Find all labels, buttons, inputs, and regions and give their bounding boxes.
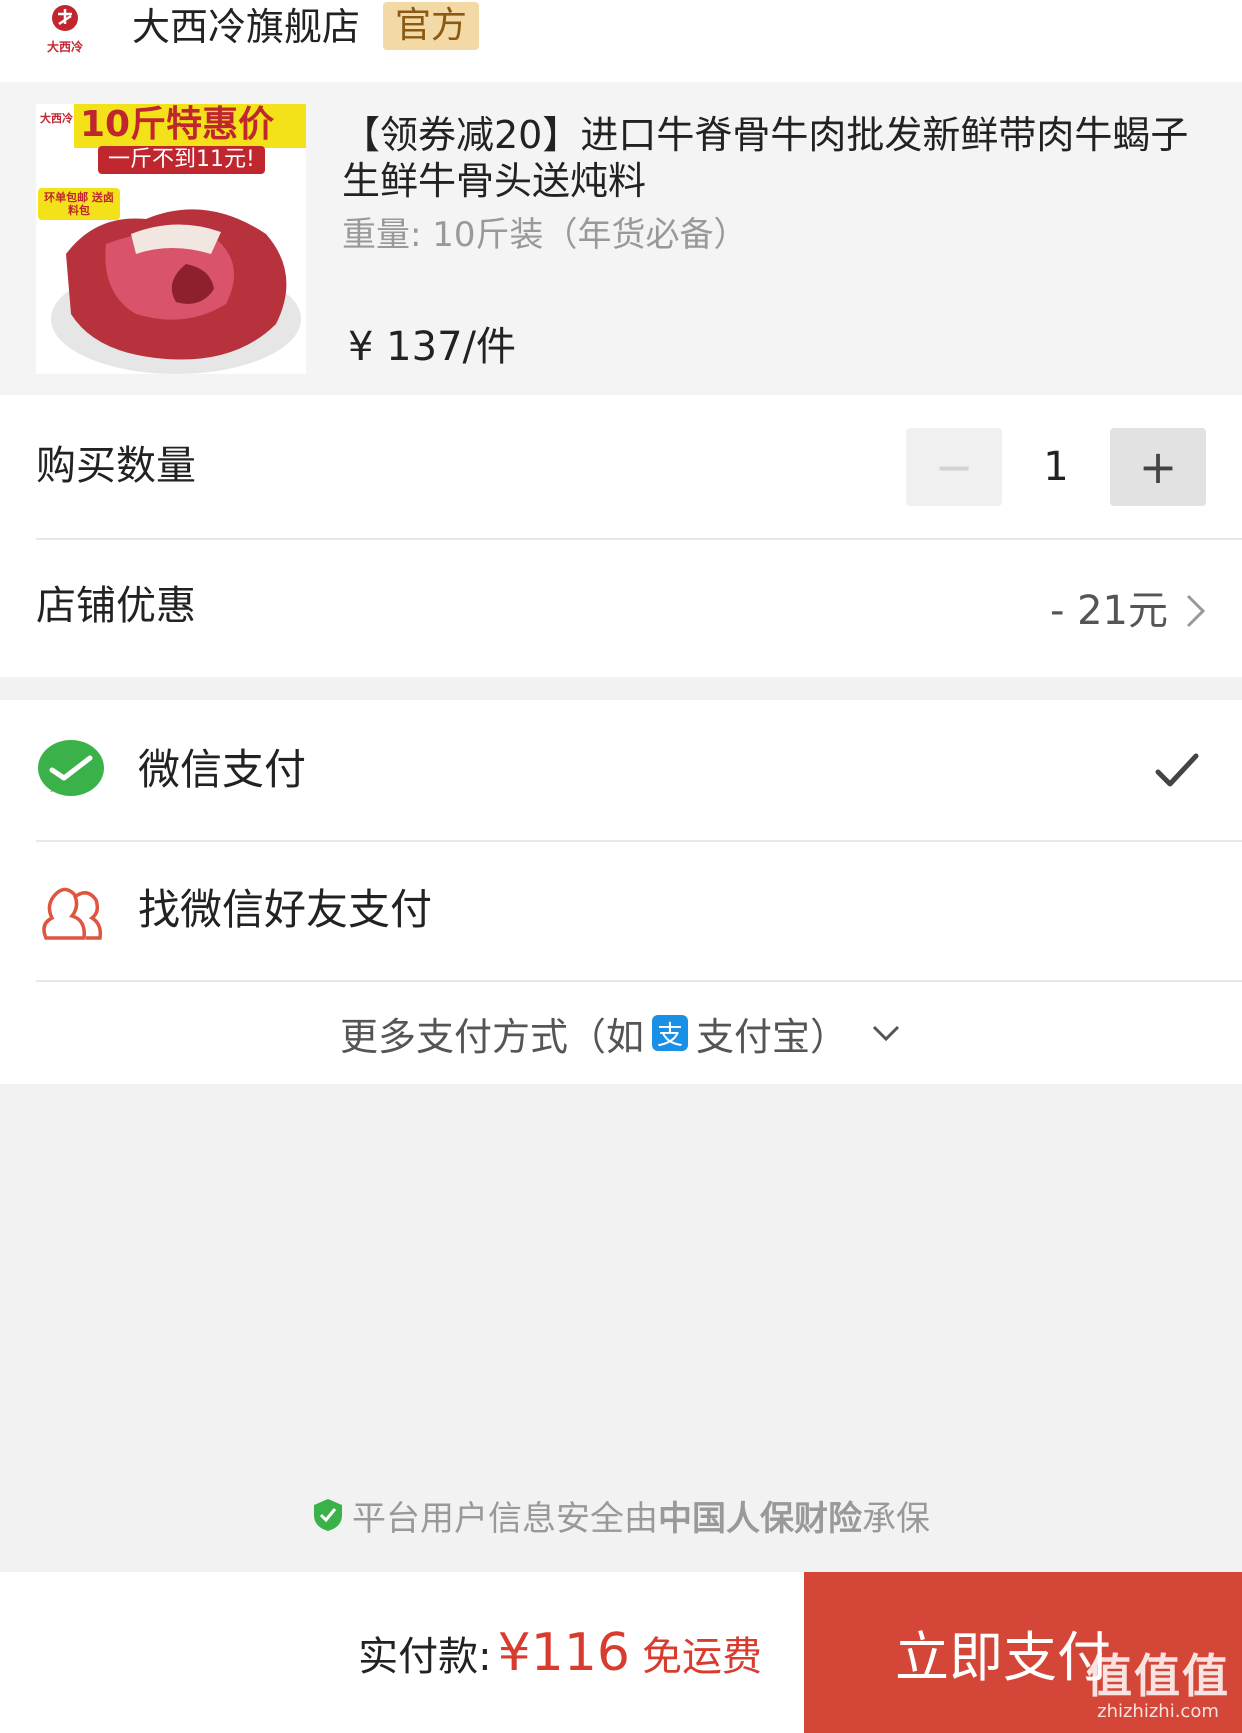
wechat-pay-label: 微信支付 <box>138 745 307 794</box>
more-payment-prefix: 更多支付方式（如 <box>339 1014 644 1059</box>
product-spec: 重量: 10斤装（年货必备） <box>342 215 748 255</box>
check-icon <box>1155 753 1199 787</box>
total-label: 实付款: <box>358 1633 492 1680</box>
store-name[interactable]: 大西冷旗舰店 <box>132 4 360 50</box>
more-payment-suffix: 支付宝） <box>696 1014 849 1059</box>
security-insurer: 中国人保财险 <box>658 1498 862 1539</box>
checkout-bar: 实付款: ¥116 免运费 立即支付 值值值 zhizhizhi.com <box>0 1572 1242 1733</box>
official-badge: 官方 <box>383 2 480 50</box>
divider <box>36 538 1242 540</box>
security-suffix: 承保 <box>862 1498 930 1539</box>
product-image-logo: 大西冷 <box>40 112 73 125</box>
chevron-right-icon[interactable] <box>1180 591 1210 631</box>
promo-subtext: 一斤不到11元! <box>98 146 265 174</box>
order-options: 购买数量 − 1 + 店铺优惠 - 21元 <box>0 395 1242 677</box>
alipay-icon: 支 <box>652 1015 688 1051</box>
payment-option-friend[interactable]: 找微信好友支付 <box>0 842 1242 980</box>
wechat-pay-icon <box>38 740 104 796</box>
store-logo[interactable]: 大西冷 <box>36 0 94 58</box>
total-area: 实付款: ¥116 免运费 <box>358 1572 762 1733</box>
shipping-note: 免运费 <box>642 1633 762 1680</box>
quantity-decrease-button[interactable]: − <box>906 428 1002 506</box>
watermark: 值值值 zhizhizhi.com <box>1086 1651 1230 1723</box>
shield-check-icon <box>314 1499 342 1531</box>
product-title[interactable]: 【领券减20】进口牛脊骨牛肉批发新鲜带肉牛蝎子生鲜牛骨头送炖料 <box>342 112 1202 204</box>
watermark-url: zhizhizhi.com <box>1097 1701 1219 1722</box>
friend-pay-icon <box>42 887 103 940</box>
friend-pay-label: 找微信好友支付 <box>138 885 433 934</box>
store-discount-value[interactable]: - 21元 <box>1050 586 1168 636</box>
chevron-down-icon <box>872 1025 900 1042</box>
store-logo-icon <box>52 4 78 31</box>
product-image[interactable]: 10斤特惠价 一斤不到11元! 大西冷 环单包邮 送卤料包 <box>36 104 306 374</box>
quantity-value[interactable]: 1 <box>1002 428 1110 506</box>
pay-now-label: 立即支付 <box>895 1626 1111 1689</box>
more-payment-methods-toggle[interactable]: 更多支付方式（如 支 支付宝） <box>0 982 1242 1084</box>
promo-text: 10斤特惠价 <box>80 104 275 145</box>
promo-burst: 环单包邮 送卤料包 <box>38 188 120 220</box>
security-note: 平台用户信息安全由 中国人保财险 承保 <box>0 1490 1242 1540</box>
payment-methods: 微信支付 找微信好友支付 更多支付方式（如 支 支付宝） <box>0 700 1242 1084</box>
store-logo-text: 大西冷 <box>46 39 83 54</box>
pay-now-button[interactable]: 立即支付 值值值 zhizhizhi.com <box>804 1572 1242 1733</box>
payment-option-wechat[interactable]: 微信支付 <box>0 700 1242 840</box>
security-prefix: 平台用户信息安全由 <box>352 1498 658 1539</box>
store-header: 大西冷 大西冷旗舰店 官方 <box>0 0 1242 82</box>
quantity-increase-button[interactable]: + <box>1110 428 1206 506</box>
product-price: ¥ 137/件 <box>348 324 516 370</box>
total-amount: ¥116 <box>497 1622 630 1683</box>
product-summary: 10斤特惠价 一斤不到11元! 大西冷 环单包邮 送卤料包 【领券减20】进口牛… <box>0 82 1242 395</box>
watermark-logo: 值值值 <box>1086 1649 1230 1703</box>
quantity-label: 购买数量 <box>36 443 196 489</box>
store-discount-label: 店铺优惠 <box>36 583 196 629</box>
